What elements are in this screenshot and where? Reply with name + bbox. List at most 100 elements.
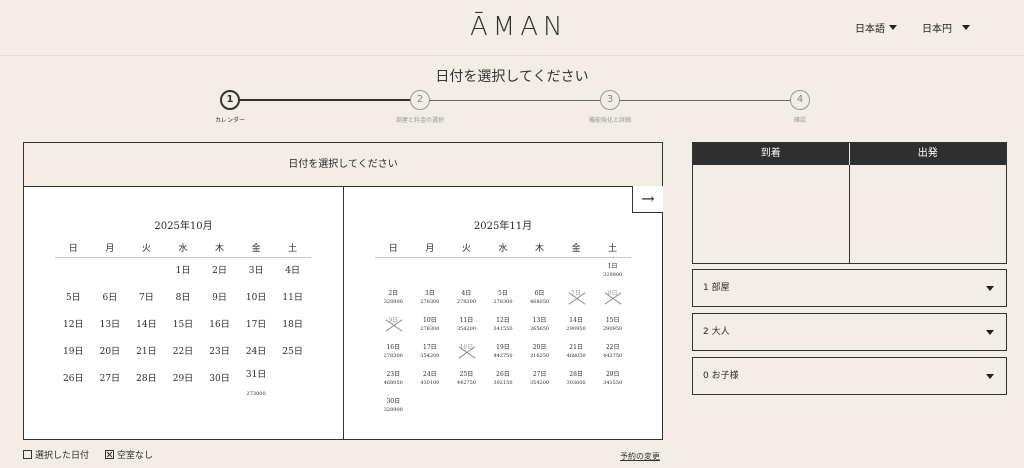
day-price: 328900 [383, 407, 403, 413]
day-cell[interactable]: 19日 [55, 339, 92, 366]
day-cell[interactable]: 31日 273000 [238, 366, 275, 397]
day-number: 8日 [175, 293, 191, 303]
day-cell[interactable]: 4日 [274, 258, 311, 285]
week-row: 30日 328900 [375, 393, 631, 420]
day-cell[interactable]: 2日 328900 [375, 285, 412, 312]
day-cell[interactable]: 14日 290950 [558, 312, 595, 339]
language-selector[interactable]: 日本語 [855, 20, 897, 35]
day-cell[interactable]: 24日 430100 [412, 366, 449, 393]
day-cell[interactable]: 12日 341550 [485, 312, 522, 339]
day-number: 2日 [212, 266, 227, 276]
day-cell[interactable]: 29日 [165, 366, 202, 393]
day-cell[interactable]: 13日 265650 [521, 312, 558, 339]
next-month-button[interactable]: → [632, 186, 663, 213]
day-cell[interactable]: 23日 468050 [375, 366, 412, 393]
day-cell[interactable]: 19日 442750 [485, 339, 522, 366]
day-cell[interactable]: 8日 [165, 285, 202, 312]
aman-logo[interactable]: ĀMAN [470, 12, 567, 42]
day-cell[interactable]: 25日 [274, 339, 311, 366]
departure-date-field[interactable] [850, 165, 1007, 263]
day-cell[interactable]: 3日 278300 [412, 285, 449, 312]
day-cell[interactable]: 5日 [55, 285, 92, 312]
day-cell[interactable]: 15日 290950 [594, 312, 631, 339]
day-cell[interactable]: 21日 468050 [558, 339, 595, 366]
day-cell[interactable]: 4日 278300 [448, 285, 485, 312]
day-cell[interactable]: 11日 354200 [448, 312, 485, 339]
weekday-label: 土 [288, 244, 298, 254]
day-cell[interactable]: 6日 468050 [521, 285, 558, 312]
day-cell[interactable]: 22日 442750 [594, 339, 631, 366]
day-cell[interactable]: 20日 316250 [521, 339, 558, 366]
day-price: 468050 [383, 380, 403, 386]
day-cell[interactable]: 1日 328900 [594, 258, 631, 285]
day-cell[interactable]: 5日 278300 [485, 285, 522, 312]
day-number: 30日 [386, 398, 401, 405]
day-cell[interactable]: 27日 [92, 366, 129, 393]
day-cell[interactable]: 10日 278300 [412, 312, 449, 339]
day-cell[interactable]: 30日 328900 [375, 393, 412, 420]
day-cell[interactable]: 20日 [92, 339, 129, 366]
day-cell[interactable]: 6日 [92, 285, 129, 312]
day-cell[interactable]: 16日 278300 [375, 339, 412, 366]
calendar-legend: 選択した日付 空室なし [23, 448, 153, 461]
currency-selector[interactable]: 日本円 [922, 20, 970, 35]
day-cell[interactable]: 17日 354200 [412, 339, 449, 366]
week-row: 1日 2日 3日 4日 [55, 258, 311, 285]
day-cell[interactable]: 11日 [274, 285, 311, 312]
day-cell[interactable]: 28日 [128, 366, 165, 393]
day-cell[interactable]: 24日 [238, 339, 275, 366]
day-number: 1日 [175, 266, 191, 276]
day-cell[interactable]: 13日 [92, 312, 129, 339]
adults-select[interactable]: 2 大人 [692, 313, 1007, 351]
day-price: 354200 [420, 353, 440, 359]
step-number: 2 [410, 90, 430, 110]
arrival-date-field[interactable] [693, 165, 850, 263]
day-number: 11日 [282, 293, 303, 303]
day-cell[interactable]: 26日 [55, 366, 92, 393]
day-price: 341550 [493, 326, 513, 332]
rooms-select[interactable]: 1 部屋 [692, 269, 1007, 307]
day-cell[interactable]: 17日 [238, 312, 275, 339]
day-cell[interactable]: 25日 442750 [448, 366, 485, 393]
day-empty [521, 258, 558, 285]
day-cell[interactable]: 16日 [201, 312, 238, 339]
day-cell[interactable]: 23日 [201, 339, 238, 366]
caret-down-icon [986, 286, 994, 291]
change-reservation-link[interactable]: 予約の変更 [620, 451, 660, 462]
day-number: 22日 [605, 344, 620, 351]
day-cell[interactable]: 18日 [274, 312, 311, 339]
day-number: 23日 [386, 371, 401, 378]
day-cell[interactable]: 15日 [165, 312, 202, 339]
step-calendar[interactable]: 1 カレンダー [190, 90, 270, 124]
day-cell[interactable]: 9日 [201, 285, 238, 312]
day-cell[interactable]: 12日 [55, 312, 92, 339]
day-number: 30日 [209, 374, 230, 384]
day-cell[interactable]: 3日 [238, 258, 275, 285]
day-cell[interactable]: 10日 [238, 285, 275, 312]
day-cell[interactable]: 14日 [128, 312, 165, 339]
day-cell[interactable]: 22日 [165, 339, 202, 366]
day-number: 4日 [285, 266, 301, 276]
children-select[interactable]: 0 お子様 [692, 357, 1007, 395]
day-cell[interactable]: 29日 341550 [594, 366, 631, 393]
week-row: 1日 328900 [375, 258, 631, 285]
day-unavailable: 8日 [594, 285, 631, 312]
day-empty [485, 258, 522, 285]
day-cell[interactable]: 1日 [165, 258, 202, 285]
day-empty [448, 393, 485, 420]
day-price: 278300 [493, 299, 513, 305]
day-cell[interactable]: 27日 354200 [521, 366, 558, 393]
day-number: 27日 [532, 371, 547, 378]
day-cell[interactable]: 28日 303600 [558, 366, 595, 393]
day-cell[interactable]: 21日 [128, 339, 165, 366]
day-empty [128, 258, 165, 285]
day-price: 290950 [566, 326, 586, 332]
day-cell[interactable]: 7日 [128, 285, 165, 312]
day-number: 1日 [607, 263, 618, 270]
day-cell[interactable]: 30日 [201, 366, 238, 393]
week-row: 16日 278300 17日 354200 18日 19日 442750 20日 316250 2… [375, 339, 631, 366]
day-cell[interactable]: 2日 [201, 258, 238, 285]
week-row: 9日 10日 278300 11日 354200 12日 341550 13日 265650 14… [375, 312, 631, 339]
day-cell[interactable]: 26日 392150 [485, 366, 522, 393]
legend-selected: 選択した日付 [23, 448, 89, 461]
